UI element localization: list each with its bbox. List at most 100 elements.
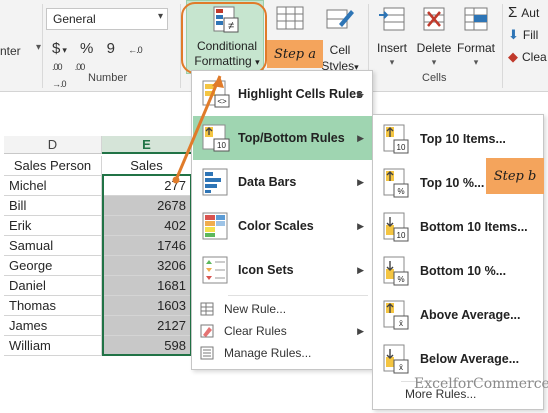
manage-rules-icon <box>200 346 214 360</box>
cell-sales-value[interactable]: 1603 <box>102 296 192 316</box>
delete-button[interactable]: Delete ▾ <box>412 6 456 68</box>
svg-text:10: 10 <box>397 143 406 152</box>
submenu-label: Bottom 10 %... <box>420 264 507 278</box>
submenu-item[interactable]: 10 Top 10 Items... <box>374 119 543 159</box>
top-rule-icon: x̄ <box>383 300 409 330</box>
fill-button[interactable]: ⬇ Fill <box>508 24 547 46</box>
chevron-right-icon: ▶ <box>357 88 364 99</box>
bottom-rule-icon: % <box>383 256 409 286</box>
cell-sales-value[interactable]: 3206 <box>102 256 192 276</box>
svg-text:x̄: x̄ <box>399 363 403 372</box>
percent-button[interactable]: % <box>80 40 93 57</box>
cell-sales-person[interactable]: William <box>4 336 102 356</box>
editing-group: Σ Aut ⬇ Fill ◆ Clea <box>508 2 547 68</box>
clear-label: Clea <box>522 50 547 64</box>
menu-item-data-bars[interactable]: Data Bars ▶ <box>193 160 372 204</box>
column-header-e[interactable]: E <box>102 136 192 154</box>
menu-label: Top/Bottom Rules <box>238 131 345 145</box>
clear-rules-icon <box>200 324 214 338</box>
number-format-select[interactable]: General ▾ <box>46 8 168 30</box>
cell-sales-person[interactable]: Samual <box>4 236 102 256</box>
submenu-label: Top 10 Items... <box>420 132 506 146</box>
menu-item-new-rule[interactable]: New Rule... <box>193 298 372 320</box>
menu-label: Highlight Cells Rules <box>238 87 364 101</box>
delete-cells-icon <box>423 7 445 31</box>
submenu-item[interactable]: % Bottom 10 %... <box>374 251 543 291</box>
submenu-item[interactable]: x̄ Above Average... <box>374 295 543 335</box>
menu-item-highlight-cells-rules[interactable]: <> Highlight Cells Rules ▶ <box>193 72 372 116</box>
insert-button[interactable]: Insert ▾ <box>370 6 414 68</box>
delete-label: Delete <box>416 41 452 55</box>
autosum-label: Aut <box>521 6 540 20</box>
bottom-rule-icon: 10 <box>383 212 409 242</box>
autosum-button[interactable]: Σ Aut <box>508 2 547 24</box>
header-sales-person[interactable]: Sales Person <box>4 156 102 176</box>
submenu-item[interactable]: x̄ Below Average... <box>374 339 543 379</box>
top-rule-icon: 10 <box>383 124 409 154</box>
eraser-icon: ◆ <box>508 49 518 64</box>
submenu-label: Bottom 10 Items... <box>420 220 528 234</box>
chevron-down-icon: ▾ <box>473 57 479 67</box>
step-b-label: Step b <box>493 168 537 184</box>
bottom-rule-icon: x̄ <box>383 344 409 374</box>
submenu-item[interactable]: 10 Bottom 10 Items... <box>374 207 543 247</box>
number-format-value: General <box>53 12 96 26</box>
highlight-circle <box>181 2 267 74</box>
insert-label: Insert <box>376 41 407 55</box>
cell-sales-value[interactable]: 2127 <box>102 316 192 336</box>
menu-label: Color Scales <box>238 219 314 233</box>
cell-sales-value[interactable]: 598 <box>102 336 192 356</box>
cell-sales-person[interactable]: James <box>4 316 102 336</box>
new-rule-icon <box>200 302 214 316</box>
cell-sales-person[interactable]: George <box>4 256 102 276</box>
chevron-down-icon: ▾ <box>157 11 163 22</box>
fill-down-icon: ⬇ <box>508 27 519 42</box>
menu-label: Icon Sets <box>238 263 294 277</box>
cell-sales-person[interactable]: Michel <box>4 176 102 196</box>
number-group-label: Number <box>88 72 128 84</box>
svg-text:x̄: x̄ <box>399 319 403 328</box>
menu-item-top-bottom-rules[interactable]: 10 Top/Bottom Rules ▶ <box>193 116 372 160</box>
clear-rules-label: Clear Rules <box>224 324 287 338</box>
comma-button[interactable]: 9 <box>107 40 115 57</box>
cell-sales-value[interactable]: 402 <box>102 216 192 236</box>
cell-sales-value[interactable]: 2678 <box>102 196 192 216</box>
svg-text:%: % <box>397 275 404 284</box>
cells-group-label: Cells <box>422 72 447 84</box>
chevron-down-icon[interactable]: ▾ <box>62 45 67 55</box>
menu-item-icon-sets[interactable]: Icon Sets ▶ <box>193 248 372 292</box>
currency-button[interactable]: $ <box>52 40 60 57</box>
group-separator <box>502 4 503 88</box>
chevron-down-icon[interactable]: ▾ <box>36 42 41 53</box>
cell-sales-person[interactable]: Thomas <box>4 296 102 316</box>
cell-styles-button[interactable]: Cell Styles▾ <box>320 6 360 75</box>
submenu-label: Above Average... <box>420 308 521 322</box>
insert-cells-icon <box>379 7 405 31</box>
format-as-table-icon[interactable] <box>276 6 306 32</box>
column-header-d[interactable]: D <box>4 136 102 154</box>
cell-sales-value[interactable]: 277 <box>102 176 192 196</box>
header-sales[interactable]: Sales <box>102 156 192 176</box>
menu-item-manage-rules[interactable]: Manage Rules... <box>193 342 372 364</box>
cell-sales-person[interactable]: Bill <box>4 196 102 216</box>
menu-item-color-scales[interactable]: Color Scales ▶ <box>193 204 372 248</box>
conditional-formatting-menu: <> Highlight Cells Rules ▶ 10 Top/Bottom… <box>191 70 373 370</box>
cell-sales-person[interactable]: Erik <box>4 216 102 236</box>
format-cells-icon <box>464 7 488 31</box>
new-rule-label: New Rule... <box>224 302 287 316</box>
cell-styles-icon <box>326 9 354 29</box>
submenu-label: Below Average... <box>420 352 520 366</box>
watermark: ExcelforCommerce <box>414 376 548 392</box>
cell-sales-value[interactable]: 1746 <box>102 236 192 256</box>
sigma-icon: Σ <box>508 4 518 21</box>
cell-sales-value[interactable]: 1681 <box>102 276 192 296</box>
menu-item-clear-rules[interactable]: Clear Rules ▶ <box>193 320 372 342</box>
chevron-down-icon: ▾ <box>389 57 395 67</box>
cell-sales-person[interactable]: Daniel <box>4 276 102 296</box>
alignment-enter-fragment[interactable]: nter <box>0 44 21 58</box>
submenu-label: Top 10 %... <box>420 176 485 190</box>
menu-label: Data Bars <box>238 175 297 189</box>
svg-text:10: 10 <box>217 141 226 150</box>
clear-button[interactable]: ◆ Clea <box>508 46 547 68</box>
format-button[interactable]: Format ▾ <box>454 6 498 68</box>
